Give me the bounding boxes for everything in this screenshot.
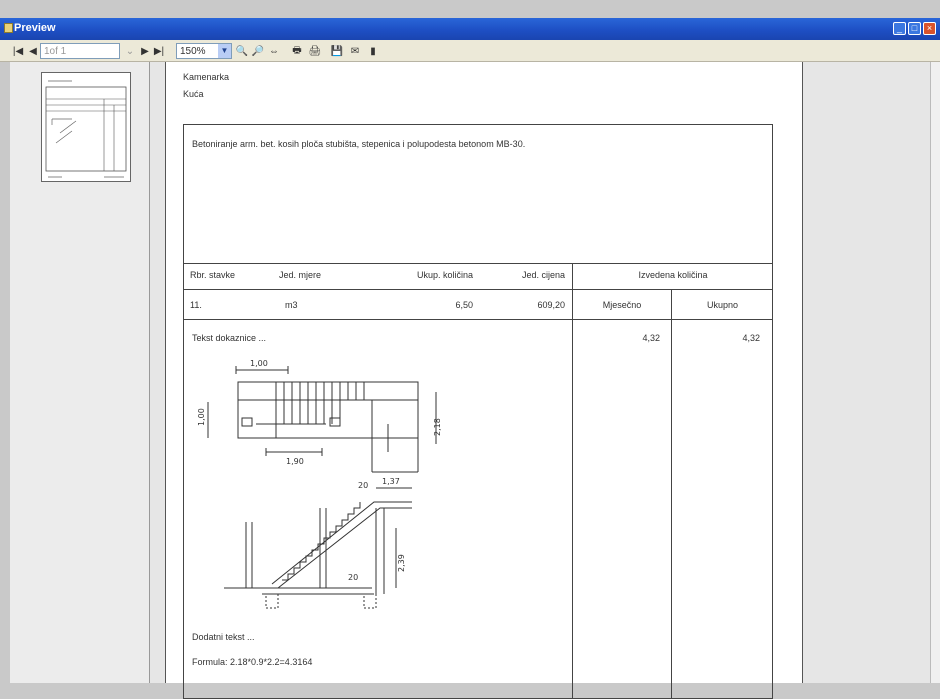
header-project: Kamenarka	[183, 72, 230, 82]
item-description: Betoniranje arm. bet. kosih ploča stubiš…	[192, 139, 526, 149]
dim-label-4: 2,18	[433, 418, 442, 436]
zoom-select[interactable]: 150% ▼	[176, 43, 232, 59]
exit-icon[interactable]: ▮	[368, 43, 378, 59]
zoom-in-icon[interactable]: 🔍	[236, 43, 248, 59]
fit-page-icon[interactable]: ⇔	[268, 43, 280, 59]
thumbnail-preview	[45, 80, 127, 178]
header-object: Kuća	[183, 89, 204, 99]
table-divider	[671, 289, 672, 699]
dim-label-1: 1,00	[250, 359, 268, 368]
zoom-value: 150%	[180, 45, 206, 57]
row-unit: m3	[285, 300, 298, 310]
window-title: Preview	[14, 22, 56, 34]
cumulative-value: 4,32	[742, 333, 760, 343]
dim-label-8: 20	[348, 573, 358, 582]
document-viewport[interactable]: Kamenarka Kuća Betoniranje arm. bet. kos…	[150, 62, 940, 699]
vertical-scrollbar[interactable]	[930, 62, 940, 683]
additional-text: Dodatni tekst ...	[192, 632, 255, 642]
row-total-qty: 6,50	[455, 300, 473, 310]
table-divider	[183, 289, 773, 290]
table-divider	[183, 263, 773, 264]
table-divider	[572, 263, 573, 699]
next-page-icon[interactable]: ▶	[140, 43, 150, 59]
dim-label-6: 1,37	[382, 477, 400, 486]
dim-label-7: 2,39	[397, 554, 406, 572]
window-controls: _ □ ×	[893, 22, 936, 35]
page-thumbnail[interactable]	[41, 72, 131, 182]
dim-label-2: 1,00	[197, 408, 206, 426]
col-header-monthly: Mjesečno	[602, 300, 642, 310]
preview-toolbar: |◀ ◀ 1of 1 ⌄ ▶ ▶| 150% ▼ 🔍 🔎 ⇔ 🖶 🖨 💾 ✉ ▮	[0, 40, 940, 62]
email-icon[interactable]: ✉	[348, 43, 362, 59]
col-header-unit: Jed. mjere	[279, 270, 322, 280]
save-icon[interactable]: 💾	[330, 43, 344, 59]
print-icon[interactable]: 🖶	[290, 43, 304, 59]
dim-label-5: 20	[358, 481, 368, 490]
row-unit-price: 609,20	[537, 300, 565, 310]
page-indicator-text: 1of 1	[44, 45, 67, 57]
document-page: Kamenarka Kuća Betoniranje arm. bet. kos…	[165, 62, 803, 699]
minimize-button[interactable]: _	[893, 22, 906, 35]
proof-text: Tekst dokaznice ...	[192, 333, 267, 343]
table-divider	[183, 319, 773, 320]
staircase-drawing: 1,00 1,00 1,90 2,18 20 1,37 2,39 20	[197, 359, 442, 609]
window-titlebar: Preview _ □ ×	[0, 18, 940, 40]
last-page-icon[interactable]: ▶|	[152, 43, 166, 59]
chevron-down-icon: ▼	[218, 44, 231, 58]
row-item-no: 11.	[190, 300, 202, 310]
maximize-button[interactable]: □	[908, 22, 921, 35]
col-header-unit-price: Jed. cijena	[521, 270, 565, 280]
col-header-executed-qty: Izvedena količina	[638, 270, 708, 280]
preview-app-icon	[4, 23, 13, 33]
print-setup-icon[interactable]: 🖨	[308, 43, 322, 59]
col-header-item-no: Rbr. stavke	[190, 270, 236, 280]
formula-text: Formula: 2.18*0.9*2.2=4.3164	[192, 657, 313, 667]
monthly-value: 4,32	[642, 333, 660, 343]
col-header-cumulative: Ukupno	[706, 300, 739, 310]
zoom-out-icon[interactable]: 🔎	[252, 43, 264, 59]
prev-page-icon[interactable]: ◀	[28, 43, 38, 59]
close-button[interactable]: ×	[923, 22, 936, 35]
dim-label-3: 1,90	[286, 457, 304, 466]
page-dropdown-icon[interactable]: ⌄	[124, 43, 136, 59]
page-indicator-input[interactable]: 1of 1	[40, 43, 120, 59]
col-header-total-qty: Ukup. količina	[416, 270, 473, 280]
first-page-icon[interactable]: |◀	[12, 43, 24, 59]
thumbnail-pane	[10, 62, 150, 683]
